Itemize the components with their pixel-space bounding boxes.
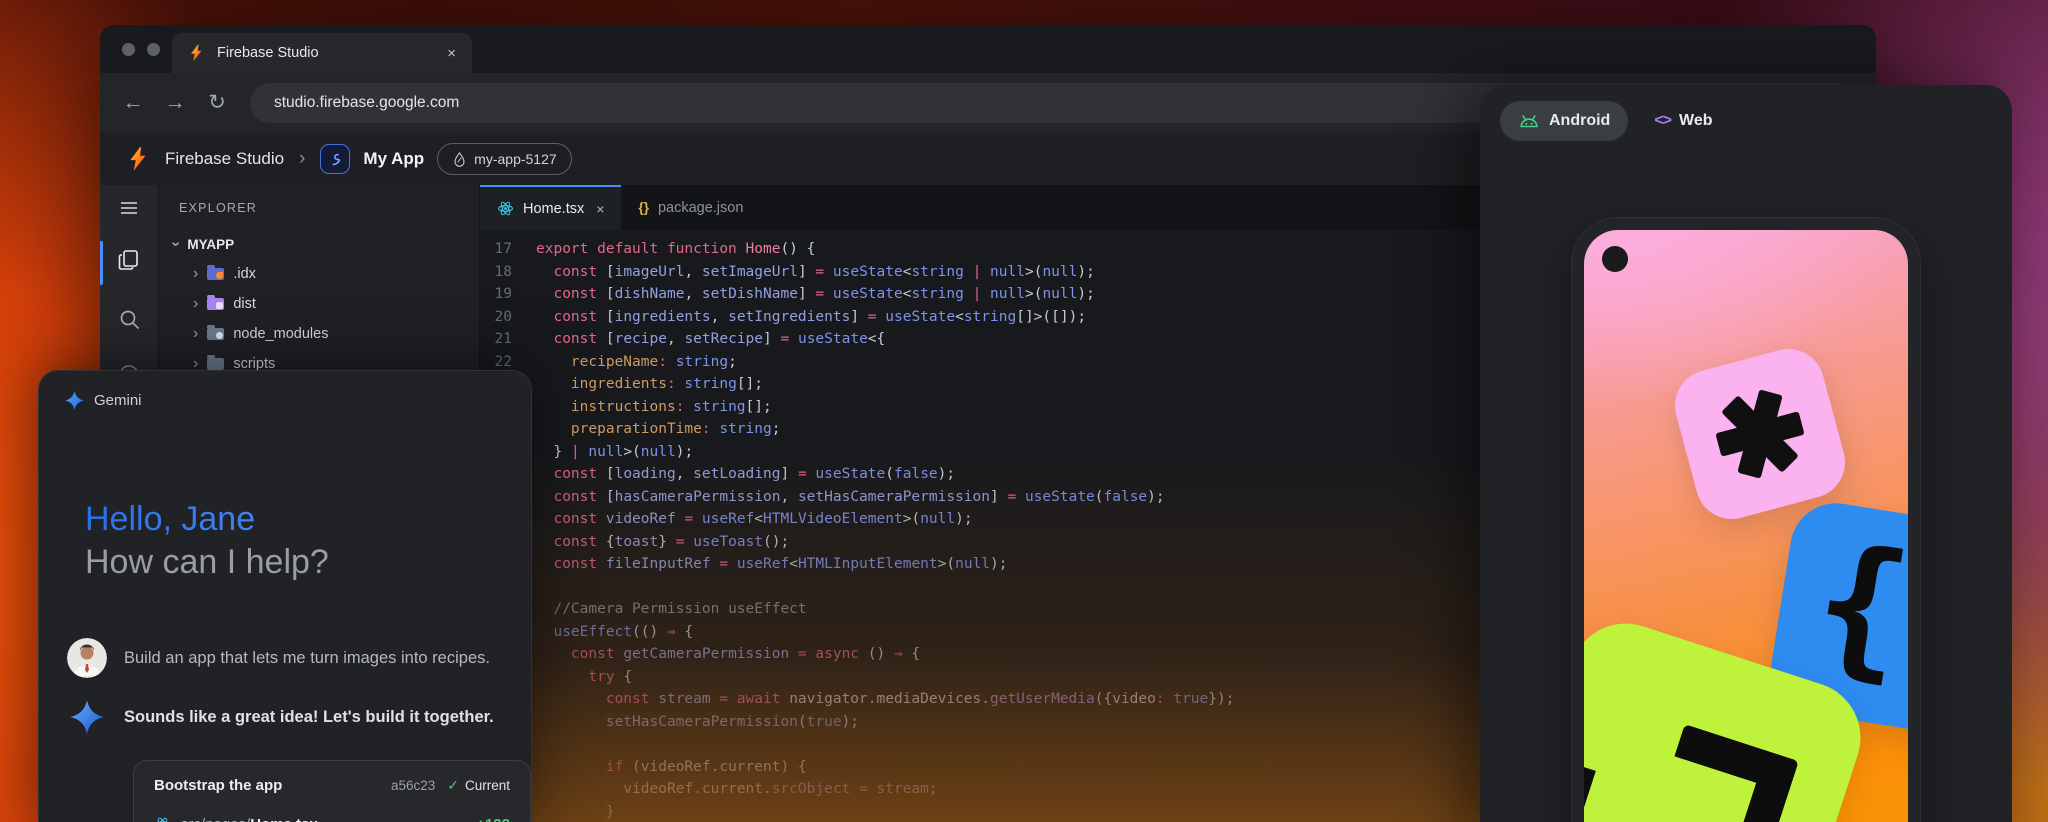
editor-tab-label: package.json xyxy=(658,200,743,216)
app-id-pill[interactable]: my-app-5127 xyxy=(437,143,572,175)
browser-tab[interactable]: Firebase Studio × xyxy=(172,33,472,73)
app-id-label: my-app-5127 xyxy=(474,151,557,167)
droplet-icon xyxy=(452,152,467,167)
firebase-flame-icon xyxy=(188,44,206,62)
corner-bracket-icon xyxy=(1584,762,1655,822)
breadcrumb-product[interactable]: Firebase Studio xyxy=(165,149,284,169)
gemini-header: Gemini xyxy=(65,391,505,410)
android-toggle-label: Android xyxy=(1549,112,1610,130)
files-icon[interactable] xyxy=(100,247,158,273)
tree-root-myapp[interactable]: › MYAPP xyxy=(159,229,479,259)
editor-tab-package-json[interactable]: {} package.json xyxy=(621,185,760,230)
code-tag-icon: <> xyxy=(1654,112,1671,130)
browser-tabstrip: Firebase Studio × xyxy=(100,25,1876,73)
gemini-star-icon xyxy=(70,700,104,734)
phone-screen: { xyxy=(1584,230,1908,822)
react-icon xyxy=(497,200,514,217)
breadcrumb-separator: › xyxy=(299,148,305,170)
asterisk-icon xyxy=(1704,378,1817,491)
assistant-message: Sounds like a great idea! Let's build it… xyxy=(67,700,505,734)
curly-brace-icon: { xyxy=(1803,513,1908,699)
app-icon[interactable] xyxy=(320,144,350,174)
browser-tab-title: Firebase Studio xyxy=(217,45,319,61)
assistant-message-text: Sounds like a great idea! Let's build it… xyxy=(124,708,494,727)
breadcrumb-app-name[interactable]: My App xyxy=(363,149,424,169)
tree-item-label: dist xyxy=(233,296,256,312)
line-number: 19 xyxy=(480,283,526,306)
android-toggle-button[interactable]: Android xyxy=(1500,101,1628,141)
tree-item-idx[interactable]: › .idx xyxy=(159,259,479,289)
firebase-flame-logo xyxy=(126,146,152,172)
line-number: 17 xyxy=(480,238,526,261)
tab-close-icon[interactable]: × xyxy=(596,201,604,217)
search-icon[interactable] xyxy=(100,307,158,332)
changed-file-row[interactable]: src/pages/Home.tsx +122 xyxy=(154,816,510,822)
folder-icon xyxy=(207,298,224,310)
file-path: src/pages/Home.tsx xyxy=(181,816,318,822)
commit-hash: a56c23 xyxy=(391,778,435,793)
gemini-panel: Gemini Hello, Jane How can I help? Build… xyxy=(38,370,532,822)
gemini-title: Gemini xyxy=(94,392,142,409)
chevron-right-icon: › xyxy=(193,326,198,342)
tree-item-dist[interactable]: › dist xyxy=(159,289,479,319)
reload-icon[interactable]: ↻ xyxy=(202,88,232,118)
card-title: Bootstrap the app xyxy=(154,777,282,794)
react-icon xyxy=(154,816,171,822)
check-icon: ✓ xyxy=(447,777,459,794)
tree-item-label: .idx xyxy=(233,266,256,282)
web-toggle-button[interactable]: <> Web xyxy=(1654,112,1712,130)
chevron-right-icon: › xyxy=(193,296,198,312)
greeting-name: Hello, Jane xyxy=(85,498,505,541)
menu-icon[interactable] xyxy=(100,197,158,219)
bootstrap-card[interactable]: Bootstrap the app a56c23 ✓ Current src/p… xyxy=(133,760,531,822)
marketing-canvas: Firebase Studio × ← → ↻ studio.firebase.… xyxy=(0,0,2048,822)
chevron-down-icon: › xyxy=(168,241,184,246)
explorer-title: EXPLORER xyxy=(159,185,479,215)
preview-target-toggle: Android <> Web xyxy=(1480,85,2012,141)
folder-icon xyxy=(207,358,224,370)
status-badge: Current xyxy=(465,778,510,793)
card-header: Bootstrap the app a56c23 ✓ Current xyxy=(154,777,510,794)
braces-icon: {} xyxy=(638,200,649,215)
user-avatar xyxy=(67,638,107,678)
window-control-dot[interactable] xyxy=(122,43,135,56)
tab-close-icon[interactable]: × xyxy=(447,45,456,62)
editor-tab-label: Home.tsx xyxy=(523,201,584,217)
folder-icon xyxy=(207,328,224,340)
android-icon xyxy=(1518,111,1540,131)
corner-bracket-icon xyxy=(1651,724,1799,822)
folder-icon xyxy=(207,268,224,280)
file-tree: › MYAPP › .idx › dist › xyxy=(159,229,479,379)
asterisk-tile xyxy=(1667,341,1853,527)
greeting-question: How can I help? xyxy=(85,541,505,584)
window-control-dot[interactable] xyxy=(147,43,160,56)
editor-tab-home-tsx[interactable]: Home.tsx × xyxy=(480,185,621,230)
gemini-greeting: Hello, Jane How can I help? xyxy=(85,498,505,584)
chevron-right-icon: › xyxy=(193,266,198,282)
back-icon[interactable]: ← xyxy=(118,88,148,118)
preview-panel: Android <> Web { xyxy=(1480,85,2012,822)
line-number: 20 xyxy=(480,306,526,329)
camera-punch-hole xyxy=(1602,246,1628,272)
tree-root-label: MYAPP xyxy=(187,237,234,252)
phone-mockup: { xyxy=(1572,218,1920,822)
forward-icon[interactable]: → xyxy=(160,88,190,118)
diff-count: +122 xyxy=(476,816,510,822)
gemini-star-icon xyxy=(65,391,84,410)
tree-item-node-modules[interactable]: › node_modules xyxy=(159,319,479,349)
user-message: Build an app that lets me turn images in… xyxy=(67,638,505,678)
web-toggle-label: Web xyxy=(1679,112,1712,130)
line-number: 21 xyxy=(480,328,526,351)
line-number: 18 xyxy=(480,261,526,284)
tree-item-label: node_modules xyxy=(233,326,328,342)
user-message-text: Build an app that lets me turn images in… xyxy=(124,649,490,668)
